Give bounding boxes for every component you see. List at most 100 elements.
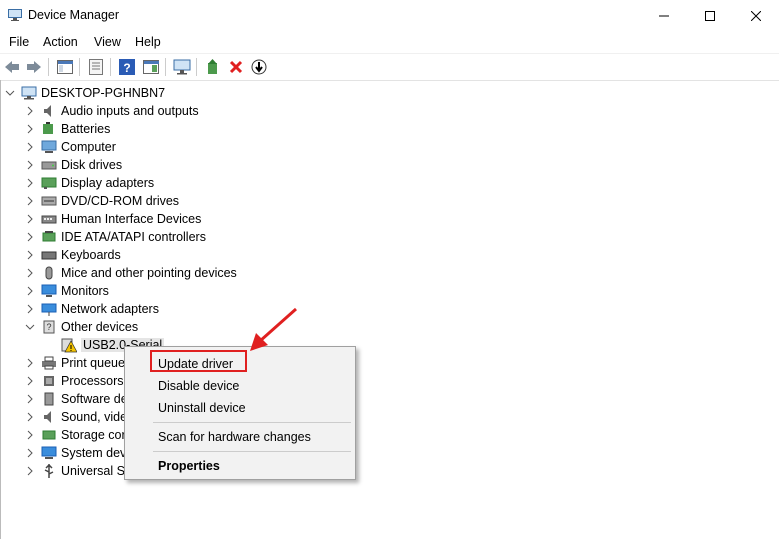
tree-item[interactable]: Audio inputs and outputs bbox=[25, 102, 199, 120]
chevron-right-icon[interactable] bbox=[25, 354, 35, 372]
chevron-right-icon[interactable] bbox=[25, 174, 35, 192]
back-button[interactable] bbox=[3, 58, 21, 76]
storage-icon bbox=[42, 430, 56, 440]
close-button[interactable] bbox=[733, 0, 779, 31]
show-panel-button[interactable] bbox=[142, 58, 160, 76]
chevron-right-icon[interactable] bbox=[25, 390, 35, 408]
system-icon bbox=[41, 446, 57, 459]
context-disable-device[interactable]: Disable device bbox=[158, 379, 239, 393]
chevron-right-icon[interactable] bbox=[25, 228, 35, 246]
close-icon bbox=[751, 10, 761, 21]
tree-item[interactable]: Display adapters bbox=[25, 174, 154, 192]
chevron-right-icon[interactable] bbox=[25, 462, 35, 480]
chevron-down-icon[interactable] bbox=[5, 84, 15, 102]
tree-item[interactable]: System dev bbox=[25, 444, 126, 462]
menu-action[interactable]: Action bbox=[43, 35, 78, 49]
chevron-right-icon[interactable] bbox=[25, 282, 35, 300]
tree-item[interactable]: Monitors bbox=[25, 282, 109, 300]
other-devices-icon: ? bbox=[43, 320, 55, 334]
tree-item[interactable]: Sound, vide bbox=[25, 408, 127, 426]
chevron-right-icon[interactable] bbox=[25, 102, 35, 120]
tree-item-label: Display adapters bbox=[61, 176, 155, 190]
show-hide-console-tree-button[interactable] bbox=[56, 58, 74, 76]
display-adapter-icon bbox=[41, 177, 57, 189]
properties-button[interactable] bbox=[87, 58, 105, 76]
update-driver-button[interactable] bbox=[204, 58, 222, 76]
tree-item[interactable]: Batteries bbox=[25, 120, 110, 138]
tree-root[interactable]: DESKTOP-PGHNBN7 bbox=[5, 84, 165, 102]
context-properties[interactable]: Properties bbox=[158, 459, 220, 473]
computer-icon bbox=[21, 86, 37, 100]
ide-icon bbox=[42, 231, 56, 242]
network-icon bbox=[41, 303, 57, 316]
context-uninstall-device[interactable]: Uninstall device bbox=[158, 401, 246, 415]
tree-item[interactable]: ? Other devices bbox=[25, 318, 138, 336]
chevron-right-icon[interactable] bbox=[25, 246, 35, 264]
tree-item[interactable]: IDE ATA/ATAPI controllers bbox=[25, 228, 206, 246]
device-manager-icon bbox=[8, 9, 22, 21]
chevron-right-icon[interactable] bbox=[25, 120, 35, 138]
show-hide-console-tree-icon bbox=[57, 60, 73, 74]
tree-item-label: Universal Se bbox=[61, 464, 132, 478]
tree-item-label: Batteries bbox=[61, 122, 111, 136]
tree-item[interactable]: Processors bbox=[25, 372, 124, 390]
chevron-right-icon[interactable] bbox=[25, 426, 35, 444]
show-panel-icon bbox=[143, 60, 159, 74]
svg-text:?: ? bbox=[46, 322, 51, 332]
device-tree: DESKTOP-PGHNBN7 Audio inputs and outputs… bbox=[0, 80, 779, 539]
tree-item[interactable]: DVD/CD-ROM drives bbox=[25, 192, 179, 210]
chevron-right-icon[interactable] bbox=[25, 192, 35, 210]
chevron-down-icon[interactable] bbox=[25, 318, 35, 336]
minimize-icon bbox=[659, 15, 669, 16]
chevron-right-icon[interactable] bbox=[25, 138, 35, 156]
chevron-right-icon[interactable] bbox=[25, 156, 35, 174]
tree-item[interactable]: Universal Se bbox=[25, 462, 132, 480]
help-icon: ? bbox=[119, 59, 135, 75]
menu-bar: File Action View Help bbox=[0, 31, 779, 53]
menu-file[interactable]: File bbox=[9, 35, 29, 49]
usb-icon bbox=[44, 463, 54, 478]
tree-item[interactable]: Disk drives bbox=[25, 156, 122, 174]
tree-item[interactable]: Keyboards bbox=[25, 246, 121, 264]
software-icon bbox=[44, 392, 54, 406]
maximize-button[interactable] bbox=[687, 0, 733, 31]
uninstall-button[interactable] bbox=[227, 58, 245, 76]
help-button[interactable]: ? bbox=[118, 58, 136, 76]
toolbar: ? bbox=[0, 53, 779, 81]
menu-help[interactable]: Help bbox=[135, 35, 161, 49]
tree-item-label: Print queue bbox=[61, 356, 125, 370]
tree-item-label: Human Interface Devices bbox=[61, 212, 202, 226]
window-title: Device Manager bbox=[28, 8, 120, 22]
tree-item[interactable]: Print queue bbox=[25, 354, 125, 372]
chevron-right-icon[interactable] bbox=[25, 408, 35, 426]
menu-view[interactable]: View bbox=[94, 35, 121, 49]
keyboard-icon bbox=[41, 251, 57, 260]
tree-item-label: Network adapters bbox=[61, 302, 159, 316]
context-scan-hardware[interactable]: Scan for hardware changes bbox=[158, 430, 311, 444]
tree-item-label: Computer bbox=[61, 140, 116, 154]
chevron-right-icon[interactable] bbox=[25, 444, 35, 462]
disable-button[interactable] bbox=[250, 58, 268, 76]
minimize-button[interactable] bbox=[641, 0, 687, 31]
tree-item[interactable]: Network adapters bbox=[25, 300, 159, 318]
title-bar: Device Manager bbox=[0, 0, 779, 31]
tree-item[interactable]: Storage cor bbox=[25, 426, 126, 444]
tree-item[interactable]: Software de bbox=[25, 390, 128, 408]
chevron-right-icon[interactable] bbox=[25, 300, 35, 318]
sound-icon bbox=[44, 411, 51, 423]
update-driver-icon bbox=[208, 59, 217, 74]
tree-item[interactable]: Human Interface Devices bbox=[25, 210, 201, 228]
tree-item-label: Other devices bbox=[61, 320, 139, 334]
chevron-right-icon[interactable] bbox=[25, 210, 35, 228]
tree-item-label: Processors bbox=[61, 374, 124, 388]
chevron-right-icon[interactable] bbox=[25, 264, 35, 282]
tree-item-label: Audio inputs and outputs bbox=[61, 104, 199, 118]
speaker-icon bbox=[44, 105, 51, 117]
tree-item[interactable]: Computer bbox=[25, 138, 116, 156]
dvd-icon bbox=[41, 196, 57, 206]
tree-item[interactable]: Mice and other pointing devices bbox=[25, 264, 237, 282]
forward-button[interactable] bbox=[25, 58, 43, 76]
chevron-right-icon[interactable] bbox=[25, 372, 35, 390]
scan-hardware-button[interactable] bbox=[173, 58, 191, 76]
tree-item-label: System dev bbox=[61, 446, 127, 460]
